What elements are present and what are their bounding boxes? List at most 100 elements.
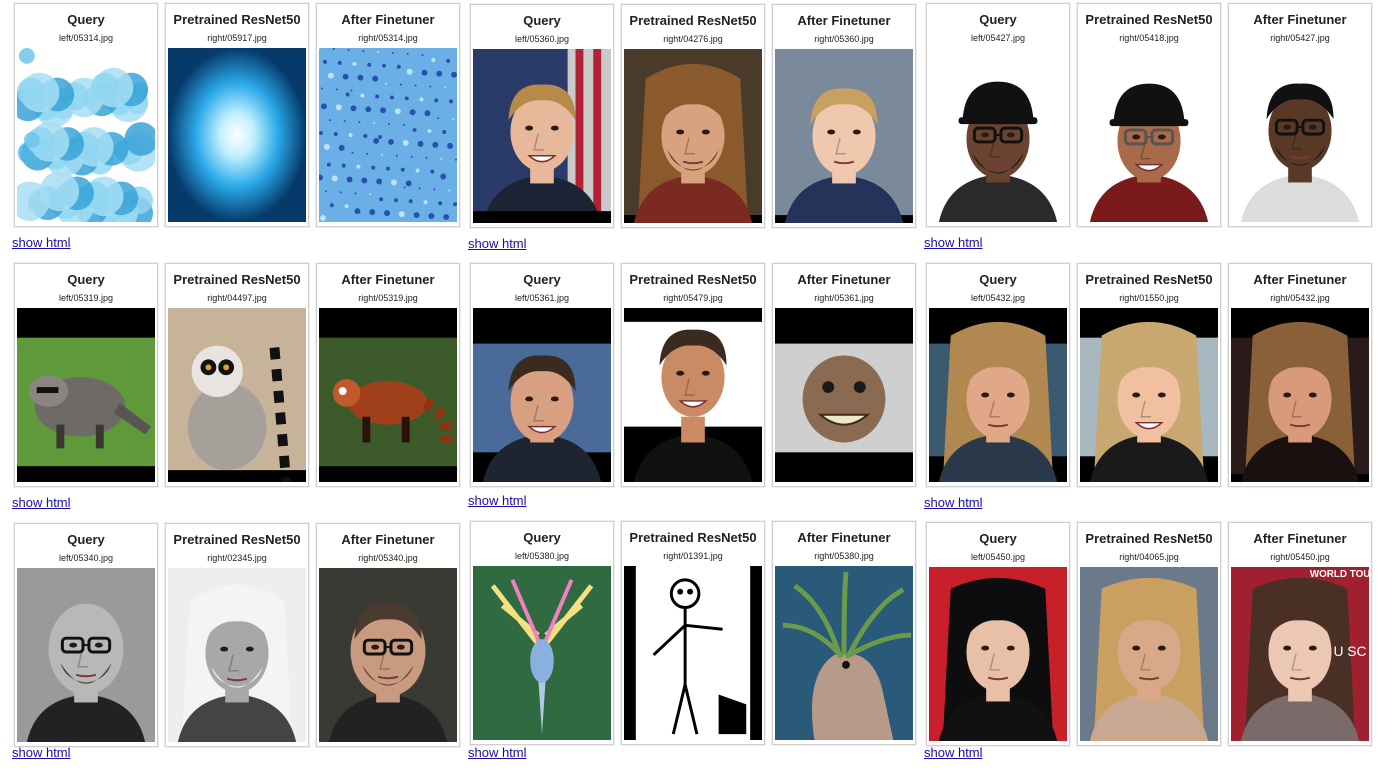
blue-crystals-image (17, 48, 155, 222)
man-grinning-image (624, 308, 762, 482)
man-cap-smiling-image (1080, 48, 1218, 222)
card-title: After Finetuner (797, 13, 891, 28)
show-html-link[interactable]: show html (924, 745, 983, 760)
man-smiling-suit-image (473, 308, 611, 482)
finetuned-result-card: After Finetuner right/05360.jpg (772, 4, 916, 228)
query-card: Query left/05340.jpg (14, 523, 158, 747)
card-filename: left/05360.jpg (514, 34, 570, 44)
pretrained-result-card: Pretrained ResNet50 right/05479.jpg (621, 263, 765, 487)
man-long-black-hair-image (929, 567, 1067, 741)
finetuned-result-card: After Finetuner right/05432.jpg (1228, 263, 1372, 487)
card-title: Pretrained ResNet50 (173, 272, 301, 287)
card-filename: left/05361.jpg (514, 293, 570, 303)
card-title: Query (979, 531, 1017, 546)
card-title: Pretrained ResNet50 (629, 272, 757, 287)
card-filename: right/05380.jpg (814, 551, 874, 561)
card-title: Pretrained ResNet50 (173, 12, 301, 27)
show-html-link[interactable]: show html (12, 495, 71, 510)
man-black-cap-glasses-image (929, 48, 1067, 222)
woman-laughing-image (1080, 308, 1218, 482)
pretrained-result-card: Pretrained ResNet50 right/01550.jpg (1077, 263, 1221, 487)
card-filename: right/05360.jpg (814, 34, 874, 44)
card-title: Query (979, 12, 1017, 27)
man-glasses-beard-image (1231, 48, 1369, 222)
card-title: After Finetuner (341, 12, 435, 27)
pretrained-result-card: Pretrained ResNet50 right/04497.jpg (165, 263, 309, 487)
man-curly-hair-image (624, 49, 762, 223)
card-filename: right/01550.jpg (1119, 293, 1179, 303)
card-filename: right/01391.jpg (663, 551, 723, 561)
query-card: Query left/05427.jpg (926, 3, 1070, 227)
card-filename: right/02345.jpg (207, 553, 267, 563)
query-card: Query left/05314.jpg (14, 3, 158, 227)
card-filename: left/05380.jpg (514, 551, 570, 561)
query-card: Query left/05450.jpg (926, 522, 1070, 746)
card-filename: left/05432.jpg (970, 293, 1026, 303)
show-html-link[interactable]: show html (468, 745, 527, 760)
result-group: Query left/05314.jpg Pretrained ResNet50 ri… (12, 3, 468, 263)
result-group: Query left/05380.jpg Pretrained ResNet50 ri… (468, 521, 924, 781)
bald-man-glasses-bw-image (17, 568, 155, 742)
card-filename: right/04276.jpg (663, 34, 723, 44)
woman-smiling-image (1231, 308, 1369, 482)
results-grid: Query left/05314.jpg Pretrained ResNet50 ri… (0, 0, 1396, 760)
card-filename: right/05479.jpg (663, 293, 723, 303)
finetuned-result-card: After Finetuner right/05361.jpg (772, 263, 916, 487)
thumb-banner-text: WORLD TOU (1310, 569, 1369, 580)
card-title: Pretrained ResNet50 (1085, 12, 1213, 27)
result-group: Query left/05427.jpg Pretrained ResNet50 ri… (924, 3, 1380, 263)
raccoon-grass-image (17, 308, 155, 482)
finetuned-result-card: After Finetuner right/05314.jpg (316, 3, 460, 227)
card-title: After Finetuner (341, 532, 435, 547)
woman-blond-image (929, 308, 1067, 482)
card-filename: left/05314.jpg (58, 33, 114, 43)
blue-speckle-image (319, 48, 457, 222)
finetuned-result-card: After Finetuner right/05380.jpg (772, 521, 916, 745)
card-title: Query (67, 12, 105, 27)
result-group: Query left/05432.jpg Pretrained ResNet50 ri… (924, 263, 1380, 523)
forest-spirit-image (775, 566, 913, 740)
man-long-blond-hair-image (1080, 567, 1218, 741)
card-title: Pretrained ResNet50 (629, 13, 757, 28)
show-html-link[interactable]: show html (924, 495, 983, 510)
woman-long-hair-image: WORLD TOU U SC (1231, 567, 1369, 741)
show-html-link[interactable]: show html (12, 745, 71, 760)
result-group: Query left/05319.jpg Pretrained ResNet50 ri… (12, 263, 468, 523)
card-title: Query (979, 272, 1017, 287)
card-title: Pretrained ResNet50 (629, 530, 757, 545)
skeleton-drawing-image (624, 566, 762, 740)
card-filename: right/05314.jpg (358, 33, 418, 43)
card-title: Query (67, 532, 105, 547)
query-card: Query left/05319.jpg (14, 263, 158, 487)
card-title: Query (523, 13, 561, 28)
result-group: Query left/05340.jpg Pretrained ResNet50 ri… (12, 523, 468, 783)
card-title: After Finetuner (1253, 531, 1347, 546)
card-title: Query (67, 272, 105, 287)
finetuned-result-card: After Finetuner right/05340.jpg (316, 523, 460, 747)
card-filename: left/05340.jpg (58, 553, 114, 563)
blue-light-burst-image (168, 48, 306, 222)
red-panda-image (319, 308, 457, 482)
man-glasses-goatee-image (319, 568, 457, 742)
finetuned-result-card: After Finetuner right/05450.jpg WORLD TOU U… (1228, 522, 1372, 746)
show-html-link[interactable]: show html (468, 493, 527, 508)
pretrained-result-card: Pretrained ResNet50 right/01391.jpg (621, 521, 765, 745)
card-filename: right/05418.jpg (1119, 33, 1179, 43)
show-html-link[interactable]: show html (468, 236, 527, 251)
finetuned-result-card: After Finetuner right/05319.jpg (316, 263, 460, 487)
show-html-link[interactable]: show html (12, 235, 71, 250)
card-title: Pretrained ResNet50 (1085, 531, 1213, 546)
card-title: After Finetuner (797, 272, 891, 287)
card-title: After Finetuner (341, 272, 435, 287)
card-title: Query (523, 530, 561, 545)
card-filename: right/04065.jpg (1119, 552, 1179, 562)
pretrained-result-card: Pretrained ResNet50 right/04276.jpg (621, 4, 765, 228)
card-title: Pretrained ResNet50 (1085, 272, 1213, 287)
card-filename: left/05319.jpg (58, 293, 114, 303)
card-filename: right/05340.jpg (358, 553, 418, 563)
thumb-side-text: U SC (1334, 643, 1367, 659)
query-card: Query left/05360.jpg (470, 4, 614, 228)
show-html-link[interactable]: show html (924, 235, 983, 250)
result-group: Query left/05360.jpg Pretrained ResNet50 ri… (468, 4, 924, 264)
card-filename: right/04497.jpg (207, 293, 267, 303)
